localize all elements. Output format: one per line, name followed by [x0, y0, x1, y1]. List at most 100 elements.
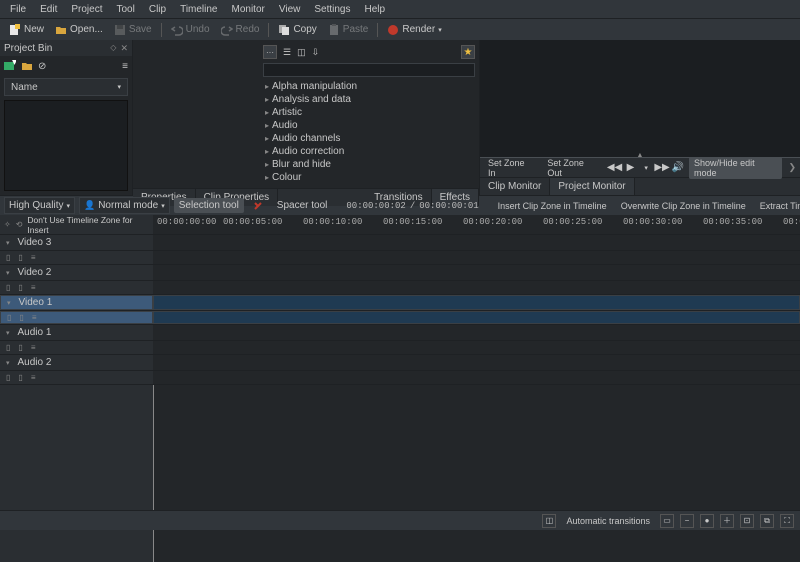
auto-transitions-toggle[interactable]: Automatic transitions [562, 515, 654, 527]
mute-icon[interactable]: ▯ [6, 283, 10, 292]
lock-icon[interactable]: ▯ [19, 313, 23, 322]
effects-view-icon[interactable]: ☰ [283, 47, 291, 58]
mute-icon[interactable]: ▯ [6, 253, 10, 262]
track-header[interactable]: ▾Audio 2 [0, 355, 153, 370]
chevron-down-icon[interactable]: ▾ [6, 239, 10, 247]
lock-icon[interactable]: ▯ [18, 373, 22, 382]
edit-mode-select[interactable]: 👤 Normal mode ▾ [79, 197, 170, 214]
effects-download-icon[interactable]: ⇩ [312, 47, 320, 58]
add-clip-icon[interactable]: ▾ [4, 60, 16, 72]
effect-category[interactable]: ▸Artistic [263, 106, 475, 119]
close-icon[interactable]: ✕ [120, 43, 128, 54]
track-lane[interactable] [153, 281, 800, 294]
menu-tool[interactable]: Tool [110, 2, 140, 17]
track-menu-icon[interactable]: ≡ [32, 313, 37, 322]
track-lane[interactable] [153, 325, 800, 340]
track-lane[interactable] [153, 235, 800, 250]
redo-button[interactable]: Redo [216, 22, 265, 38]
mute-icon[interactable]: ▯ [7, 313, 11, 322]
favorite-icon[interactable]: ✧ [4, 220, 11, 229]
lock-icon[interactable]: ▯ [18, 283, 22, 292]
menu-edit[interactable]: Edit [34, 2, 63, 17]
menu-help[interactable]: Help [359, 2, 392, 17]
fullscreen-icon[interactable]: ⛶ [780, 514, 794, 528]
timeline-canvas[interactable] [153, 385, 800, 562]
edit-mode-button[interactable]: Show/Hide edit mode [689, 157, 782, 179]
menu-settings[interactable]: Settings [308, 2, 356, 17]
chevron-down-icon[interactable]: ▾ [641, 163, 651, 173]
menu-file[interactable]: File [4, 2, 32, 17]
track-lane[interactable] [153, 311, 800, 324]
zoom-in-icon[interactable]: ＋ [720, 514, 734, 528]
monitor-viewport[interactable] [480, 40, 800, 157]
track-header[interactable]: ▾Video 2 [0, 265, 153, 280]
lock-icon[interactable]: ▯ [18, 253, 22, 262]
track-lane[interactable] [153, 251, 800, 264]
effect-category[interactable]: ▸Audio channels [263, 132, 475, 145]
track-header[interactable]: ▾Video 1 [0, 295, 153, 310]
playhead[interactable] [153, 385, 154, 562]
spacer-tool-button[interactable]: Spacer tool [272, 198, 333, 213]
set-zone-in-button[interactable]: Set Zone In [484, 157, 537, 179]
new-button[interactable]: New [4, 22, 49, 38]
track-lane[interactable] [153, 341, 800, 354]
play-icon[interactable]: ▶ [626, 163, 636, 173]
track-lane[interactable] [153, 371, 800, 384]
favorites-icon[interactable]: ★ [461, 45, 475, 59]
effect-category[interactable]: ▸Audio correction [263, 145, 475, 158]
add-folder-icon[interactable] [21, 60, 33, 72]
track-menu-icon[interactable]: ≡ [31, 343, 36, 352]
snap-icon[interactable]: ⧉ [760, 514, 774, 528]
menu-project[interactable]: Project [65, 2, 108, 17]
open-button[interactable]: Open... [50, 22, 108, 38]
effects-info-icon[interactable]: ◫ [297, 47, 306, 58]
chevron-down-icon[interactable]: ▾ [6, 269, 10, 277]
chevron-right-icon[interactable]: ❯ [788, 162, 796, 173]
track-menu-icon[interactable]: ≡ [31, 373, 36, 382]
chevron-down-icon[interactable]: ▾ [6, 359, 10, 367]
effect-category[interactable]: ▸Alpha manipulation [263, 80, 475, 93]
forward-icon[interactable]: ▶▶ [657, 163, 667, 173]
tab-project-monitor[interactable]: Project Monitor [550, 178, 634, 195]
effect-category[interactable]: ▸Colour [263, 171, 475, 184]
overwrite-zone-button[interactable]: Overwrite Clip Zone in Timeline [616, 199, 751, 213]
zoom-slider[interactable]: ● [700, 514, 714, 528]
track-menu-icon[interactable]: ≡ [31, 253, 36, 262]
tab-clip-monitor[interactable]: Clip Monitor [480, 178, 550, 195]
track-header[interactable]: ▾Audio 1 [0, 325, 153, 340]
menu-timeline[interactable]: Timeline [174, 2, 223, 17]
track-lane[interactable] [153, 295, 800, 310]
thumbnails-icon[interactable]: ▭ [660, 514, 674, 528]
fit-zoom-icon[interactable]: ⊡ [740, 514, 754, 528]
timeline-zone-msg[interactable]: Don't Use Timeline Zone for Insert [27, 215, 149, 235]
undock-icon[interactable]: ◇ [110, 43, 116, 54]
effect-category[interactable]: ▸Analysis and data [263, 93, 475, 106]
insert-zone-button[interactable]: Insert Clip Zone in Timeline [493, 199, 612, 213]
menu-monitor[interactable]: Monitor [226, 2, 271, 17]
menu-clip[interactable]: Clip [143, 2, 172, 17]
timeline-ruler[interactable]: 00:00:00:00 00:00:05:0000:00:10:0000:00:… [153, 215, 800, 234]
copy-button[interactable]: Copy [273, 22, 321, 38]
track-header[interactable]: ▾Video 3 [0, 235, 153, 250]
mute-icon[interactable]: ▯ [6, 373, 10, 382]
delete-icon[interactable]: ⊘ [38, 61, 46, 72]
timeline-empty-area[interactable] [0, 385, 800, 562]
track-lane[interactable] [153, 265, 800, 280]
track-lane[interactable] [153, 355, 800, 370]
razor-tool-button[interactable] [248, 199, 268, 213]
bin-clip-list[interactable] [4, 100, 128, 191]
chevron-down-icon[interactable]: ▾ [6, 329, 10, 337]
track-menu-icon[interactable]: ≡ [31, 283, 36, 292]
undo-button[interactable]: Undo [166, 22, 215, 38]
lock-icon[interactable]: ⟲ [16, 220, 23, 229]
split-view-icon[interactable]: ◫ [542, 514, 556, 528]
more-icon[interactable]: ≡ [122, 61, 128, 72]
render-button[interactable]: Render ▾ [382, 22, 446, 38]
extract-zone-button[interactable]: Extract Timeline Zone [755, 199, 800, 213]
effect-category[interactable]: ▸Audio [263, 119, 475, 132]
mute-icon[interactable]: ▯ [6, 343, 10, 352]
chevron-down-icon[interactable]: ▾ [7, 299, 11, 307]
effects-search-input[interactable] [263, 63, 475, 77]
effect-category[interactable]: ▸Blur and hide [263, 158, 475, 171]
bin-column-header[interactable]: Name ▾ [4, 78, 128, 96]
